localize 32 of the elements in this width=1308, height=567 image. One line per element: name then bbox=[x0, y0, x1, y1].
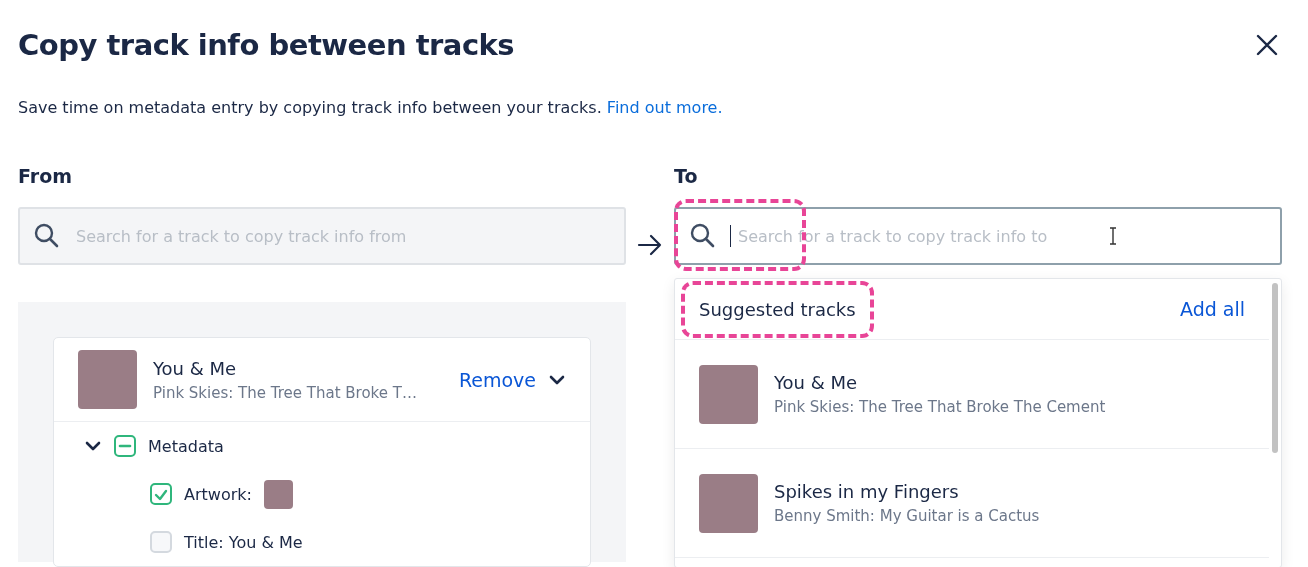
find-out-more-link[interactable]: Find out more. bbox=[606, 98, 723, 117]
album-art-placeholder bbox=[699, 364, 758, 424]
group-label: Metadata bbox=[148, 436, 224, 456]
track-subtitle: Pink Skies: The Tree That Broke The Cement bbox=[774, 398, 1107, 416]
album-art-placeholder bbox=[699, 473, 758, 533]
arrow-right-icon bbox=[637, 234, 663, 256]
suggestions-heading: Suggested tracks bbox=[699, 298, 856, 320]
checkbox[interactable] bbox=[150, 531, 172, 553]
checkbox[interactable] bbox=[114, 435, 136, 457]
artwork-thumbnail bbox=[263, 479, 293, 509]
text-cursor-icon bbox=[1108, 227, 1118, 245]
checkbox[interactable] bbox=[150, 483, 172, 505]
suggested-track-item[interactable]: You & Me Pink Skies: The Tree That Broke The Cement bbox=[675, 340, 1269, 449]
album-art-placeholder bbox=[78, 350, 137, 409]
text-cursor bbox=[730, 225, 731, 247]
search-icon bbox=[34, 223, 60, 249]
field-label: Title: You & Me bbox=[184, 532, 303, 552]
search-icon bbox=[690, 223, 716, 249]
suggested-track-item[interactable]: Spikes in my Fingers Benny Smith: My Guitar is a Cactus bbox=[675, 449, 1269, 558]
track-title: You & Me bbox=[774, 372, 859, 393]
dialog-title: Copy track info between tracks bbox=[18, 28, 515, 62]
track-title: You & Me bbox=[153, 357, 238, 379]
track-subtitle: Benny Smith: My Guitar is a Cactus bbox=[774, 507, 1041, 525]
add-all-button[interactable]: Add all bbox=[1179, 298, 1245, 320]
remove-button[interactable]: Remove bbox=[458, 368, 566, 391]
track-subtitle: Pink Skies: The Tree That Broke T… bbox=[153, 383, 418, 402]
scrollbar-thumb[interactable] bbox=[1272, 283, 1278, 453]
from-label: From bbox=[18, 165, 73, 189]
dialog-description: Save time on metadata entry by copying track info between your tracks. Find out more. bbox=[18, 98, 724, 117]
field-label: Artwork: bbox=[184, 484, 252, 504]
to-label: To bbox=[674, 165, 699, 189]
track-title: Spikes in my Fingers bbox=[774, 481, 960, 502]
